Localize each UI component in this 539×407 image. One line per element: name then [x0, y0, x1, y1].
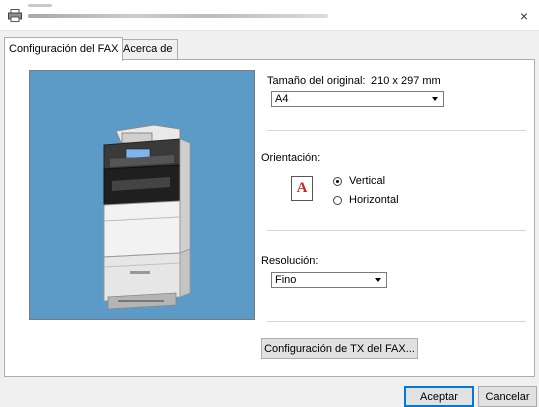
original-size-label: Tamaño del original: [267, 75, 366, 87]
radio-vertical[interactable]: Vertical [333, 175, 385, 187]
resolution-label: Resolución: [261, 255, 319, 267]
printer-device-image [29, 70, 255, 320]
radio-unchecked-icon [333, 195, 342, 205]
original-size-value: A4 [275, 93, 289, 105]
printer-illustration [103, 124, 191, 310]
tab-label: Configuración del FAX [9, 43, 119, 55]
radio-label: Horizontal [349, 194, 399, 206]
original-size-dimensions: 210 x 297 mm [371, 75, 441, 87]
radio-label: Vertical [349, 175, 386, 187]
tx-settings-button-label: Configuración de TX del FAX... [264, 342, 415, 355]
tab-fax-settings[interactable]: Configuración del FAX [4, 37, 124, 61]
window-title-blurred [28, 4, 52, 7]
fax-settings-panel: Tamaño del original: 210 x 297 mm A4 Ori… [4, 59, 535, 377]
tab-about[interactable]: Acerca de [118, 39, 178, 60]
ok-button-label: Aceptar [420, 390, 458, 403]
orientation-label: Orientación: [261, 152, 321, 164]
radio-checked-icon [333, 176, 342, 186]
divider [267, 321, 526, 322]
original-size-select[interactable]: A4 [271, 91, 444, 107]
chevron-down-icon [428, 93, 442, 105]
orientation-letter: A [296, 180, 308, 196]
close-icon[interactable]: × [509, 0, 539, 31]
window-title-blurred [28, 14, 328, 18]
resolution-select[interactable]: Fino [271, 272, 387, 288]
cancel-button-label: Cancelar [485, 390, 530, 403]
title-bar: × [0, 0, 539, 31]
cancel-button[interactable]: Cancelar [478, 386, 537, 407]
ok-button[interactable]: Aceptar [404, 386, 474, 407]
divider [267, 130, 526, 131]
divider [267, 230, 526, 231]
radio-horizontal[interactable]: Horizontal [333, 194, 399, 206]
orientation-preview-icon: A [291, 176, 313, 201]
printer-icon [8, 9, 22, 22]
tab-label: Acerca de [123, 43, 173, 55]
tx-settings-button[interactable]: Configuración de TX del FAX... [261, 338, 418, 359]
resolution-value: Fino [275, 274, 297, 286]
chevron-down-icon [371, 274, 385, 286]
